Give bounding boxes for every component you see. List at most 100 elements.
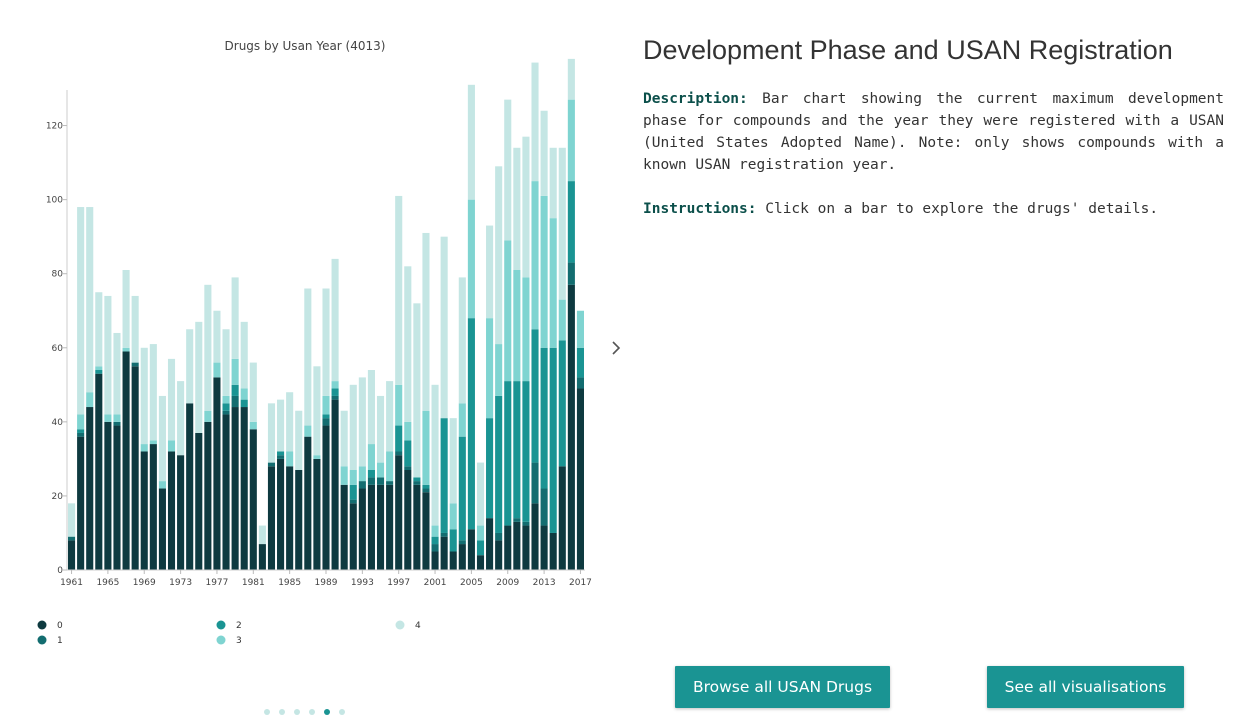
bar-segment-phase-0-2002[interactable]: [440, 536, 448, 570]
bar-segment-phase-4-1981[interactable]: [249, 362, 257, 422]
bar-segment-phase-4-1992[interactable]: [349, 384, 357, 470]
legend-marker-1[interactable]: [37, 635, 47, 645]
bar-segment-phase-0-1963[interactable]: [86, 407, 94, 570]
bar-segment-phase-3-2012[interactable]: [531, 181, 539, 330]
bar-segment-phase-3-1988[interactable]: [313, 455, 321, 459]
bar-segment-phase-3-2014[interactable]: [549, 218, 557, 348]
bar-segment-phase-2-2006[interactable]: [476, 540, 485, 556]
bar-segment-phase-2-2010[interactable]: [513, 381, 521, 519]
bar-segment-phase-4-1977[interactable]: [213, 310, 221, 363]
bar-segment-phase-4-2008[interactable]: [495, 166, 503, 345]
bar-segment-phase-1-2004[interactable]: [458, 540, 466, 545]
bar-segment-phase-4-1976[interactable]: [204, 284, 212, 411]
bar-segment-phase-0-1997[interactable]: [395, 455, 403, 570]
bar-segment-phase-4-2015[interactable]: [558, 147, 566, 300]
bar-segment-phase-0-1961[interactable]: [68, 540, 76, 570]
bar-segment-phase-0-1995[interactable]: [376, 484, 385, 570]
bar-segment-phase-4-1986[interactable]: [295, 410, 303, 470]
bar-segment-phase-2-1989[interactable]: [322, 414, 330, 419]
bar-segment-phase-4-2004[interactable]: [458, 277, 466, 404]
bar-segment-phase-3-2015[interactable]: [558, 299, 566, 341]
bar-segment-phase-3-1978[interactable]: [222, 395, 230, 404]
bar-segment-phase-0-1977[interactable]: [213, 377, 221, 570]
see-all-visualisations-button[interactable]: See all visualisations: [987, 666, 1184, 708]
bar-segment-phase-4-1972[interactable]: [167, 358, 176, 441]
bar-segment-phase-0-1983[interactable]: [267, 466, 276, 570]
bar-segment-phase-3-2008[interactable]: [495, 344, 503, 396]
bar-segment-phase-1-2016[interactable]: [567, 262, 575, 285]
bar-segment-phase-4-2006[interactable]: [476, 462, 485, 526]
bar-segment-phase-3-1981[interactable]: [249, 421, 257, 430]
bar-segment-phase-4-2009[interactable]: [504, 99, 512, 241]
bar-segment-phase-2-2009[interactable]: [504, 381, 512, 526]
bar-segment-phase-0-1993[interactable]: [358, 488, 366, 570]
bar-segment-phase-1-2001[interactable]: [431, 544, 439, 552]
bar-segment-phase-0-1987[interactable]: [304, 436, 312, 570]
bar-segment-phase-1-1966[interactable]: [113, 421, 121, 426]
bar-segment-phase-4-1969[interactable]: [140, 347, 148, 445]
bar-segment-phase-3-1980[interactable]: [240, 388, 248, 400]
bar-segment-phase-0-1998[interactable]: [404, 470, 412, 570]
bar-segment-phase-3-2001[interactable]: [431, 525, 439, 537]
bar-segment-phase-3-2004[interactable]: [458, 403, 466, 437]
bar-segment-phase-2-2002[interactable]: [440, 418, 448, 533]
bar-segment-phase-2-2001[interactable]: [431, 536, 439, 545]
bar-segment-phase-3-1994[interactable]: [367, 444, 375, 470]
carousel-dot-2[interactable]: [279, 709, 285, 715]
bar-segment-phase-2-2003[interactable]: [449, 529, 457, 552]
legend-marker-2[interactable]: [216, 620, 226, 630]
bar-segment-phase-4-2012[interactable]: [531, 62, 539, 182]
bar-segment-phase-1-1961[interactable]: [68, 536, 76, 541]
bar-segment-phase-0-1965[interactable]: [104, 421, 112, 570]
bar-segment-phase-3-2016[interactable]: [567, 99, 575, 182]
bar-segment-phase-1-1995[interactable]: [376, 477, 385, 485]
bar-segment-phase-4-1971[interactable]: [158, 395, 166, 482]
bar-segment-phase-4-2011[interactable]: [522, 136, 530, 278]
bar-segment-phase-1-2013[interactable]: [540, 488, 548, 526]
bar-segment-phase-0-2004[interactable]: [458, 544, 466, 570]
bar-segment-phase-3-1971[interactable]: [158, 481, 166, 489]
bar-segment-phase-1-1978[interactable]: [222, 410, 230, 415]
bar-segment-phase-0-2013[interactable]: [540, 525, 548, 570]
legend-marker-0[interactable]: [37, 620, 47, 630]
bar-segment-phase-4-1974[interactable]: [186, 329, 194, 404]
bar-segment-phase-3-1996[interactable]: [386, 451, 394, 482]
bar-segment-phase-4-1990[interactable]: [331, 258, 339, 382]
bar-segment-phase-1-1983[interactable]: [267, 462, 276, 467]
bar-segment-phase-0-1970[interactable]: [149, 444, 157, 570]
bar-segment-phase-0-1996[interactable]: [386, 484, 394, 570]
bar-segment-phase-4-1975[interactable]: [195, 321, 203, 433]
bar-segment-phase-2-2016[interactable]: [567, 181, 575, 263]
bar-segment-phase-4-2007[interactable]: [486, 225, 494, 319]
legend-label-0[interactable]: 0: [57, 621, 63, 631]
bar-segment-phase-4-1987[interactable]: [304, 288, 312, 426]
bar-segment-phase-1-2017[interactable]: [576, 377, 584, 389]
legend-label-4[interactable]: 4: [415, 621, 421, 631]
bar-segment-phase-2-2011[interactable]: [522, 381, 530, 522]
bar-segment-phase-0-2015[interactable]: [558, 466, 566, 570]
bar-segment-phase-3-2009[interactable]: [504, 240, 512, 382]
bar-segment-phase-1-1992[interactable]: [349, 499, 357, 504]
bar-segment-phase-1-1997[interactable]: [395, 451, 403, 456]
bar-segment-phase-1-1993[interactable]: [358, 481, 366, 489]
bar-segment-phase-3-1965[interactable]: [104, 414, 112, 422]
browse-usan-drugs-button[interactable]: Browse all USAN Drugs: [675, 666, 890, 708]
bar-segment-phase-0-1972[interactable]: [167, 451, 176, 570]
legend-label-2[interactable]: 2: [236, 621, 242, 631]
bar-segment-phase-3-2013[interactable]: [540, 195, 548, 348]
bar-segment-phase-0-1991[interactable]: [340, 484, 348, 570]
carousel-dot-3[interactable]: [294, 709, 300, 715]
bar-segment-phase-2-1994[interactable]: [367, 470, 375, 478]
bar-segment-phase-2-1992[interactable]: [349, 484, 357, 500]
bar-segment-phase-1-2008[interactable]: [495, 532, 503, 541]
bar-segment-phase-4-1997[interactable]: [395, 195, 403, 385]
bar-segment-phase-1-1962[interactable]: [77, 432, 85, 437]
bar-segment-phase-2-1979[interactable]: [231, 384, 239, 396]
bar-segment-phase-0-1988[interactable]: [313, 458, 321, 570]
bar-segment-phase-0-1980[interactable]: [240, 407, 248, 570]
bar-segment-phase-0-1999[interactable]: [413, 484, 421, 570]
bar-segment-phase-4-1967[interactable]: [122, 270, 130, 348]
bar-segment-phase-4-1989[interactable]: [322, 288, 330, 396]
bar-segment-phase-3-1987[interactable]: [304, 425, 312, 437]
bar-segment-phase-4-1985[interactable]: [286, 392, 294, 452]
